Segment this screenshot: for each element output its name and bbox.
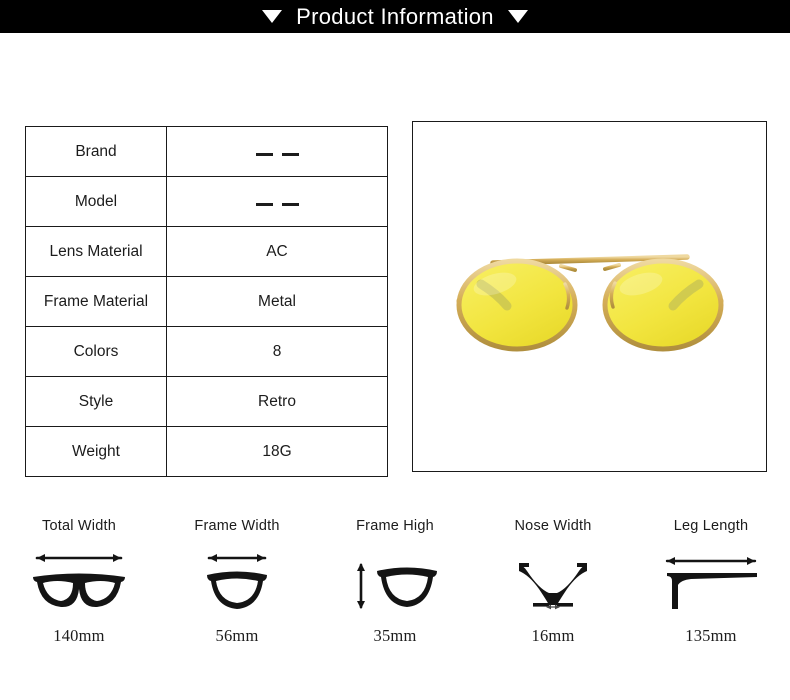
measurement-frame-width: Frame Width 56mm (158, 518, 316, 646)
measurement-total-width: Total Width 140mm (0, 518, 158, 646)
measurement-value: 16mm (531, 626, 575, 645)
table-row: Weight 18G (25, 426, 388, 477)
measurement-leg-length: Leg Length 135mm (632, 518, 790, 646)
measurement-label: Nose Width (514, 518, 592, 534)
measurement-value: 56mm (215, 626, 259, 645)
single-lens-height-icon (341, 548, 449, 616)
spec-label: Frame Material (25, 276, 167, 327)
table-row: Colors 8 (25, 326, 388, 377)
spec-value: 18G (166, 426, 388, 477)
table-row: Style Retro (25, 376, 388, 427)
specification-table-body: Brand Model Lens Material AC Frame Mater… (25, 126, 388, 477)
spec-value: 8 (166, 326, 388, 377)
triangle-down-icon-left (262, 10, 283, 23)
spec-label: Lens Material (25, 226, 167, 277)
table-row: Frame Material Metal (25, 276, 388, 327)
single-lens-icon (183, 548, 291, 616)
measurement-value: 135mm (685, 626, 737, 645)
product-photo (413, 122, 766, 471)
table-row: Brand (25, 126, 388, 177)
measurement-value: 140mm (53, 626, 105, 645)
triangle-down-icon-right (507, 10, 528, 23)
dash-placeholder (255, 153, 299, 156)
spec-label: Colors (25, 326, 167, 377)
sunglasses-illustration (456, 253, 723, 351)
specification-table: Brand Model Lens Material AC Frame Mater… (25, 126, 388, 477)
table-row: Model (25, 176, 388, 227)
spec-value (166, 176, 388, 227)
page-header: Product Information (0, 0, 790, 33)
spec-label: Weight (25, 426, 167, 477)
product-photo-panel (412, 121, 767, 472)
measurement-label: Leg Length (673, 518, 749, 534)
dash-placeholder (255, 203, 299, 206)
spec-value: Retro (166, 376, 388, 427)
spec-value (166, 126, 388, 177)
measurements-strip: Total Width 140mm Frame Width 56mm Frame… (0, 518, 790, 646)
measurement-frame-high: Frame High 35mm (316, 518, 474, 646)
temple-arm-icon (657, 548, 765, 616)
glasses-front-icon (25, 548, 133, 616)
main-content: Brand Model Lens Material AC Frame Mater… (0, 33, 790, 493)
spec-label: Style (25, 376, 167, 427)
table-row: Lens Material AC (25, 226, 388, 277)
measurement-label: Frame Width (194, 518, 280, 534)
measurement-label: Total Width (42, 518, 116, 534)
measurement-nose-width: Nose Width 16mm (474, 518, 632, 646)
spec-value: AC (166, 226, 388, 277)
page-title: Product Information (296, 3, 494, 29)
nose-bridge-icon (499, 548, 607, 616)
measurement-value: 35mm (373, 626, 417, 645)
spec-value: Metal (166, 276, 388, 327)
spec-label: Brand (25, 126, 167, 177)
spec-label: Model (25, 176, 167, 227)
measurement-label: Frame High (356, 518, 434, 534)
